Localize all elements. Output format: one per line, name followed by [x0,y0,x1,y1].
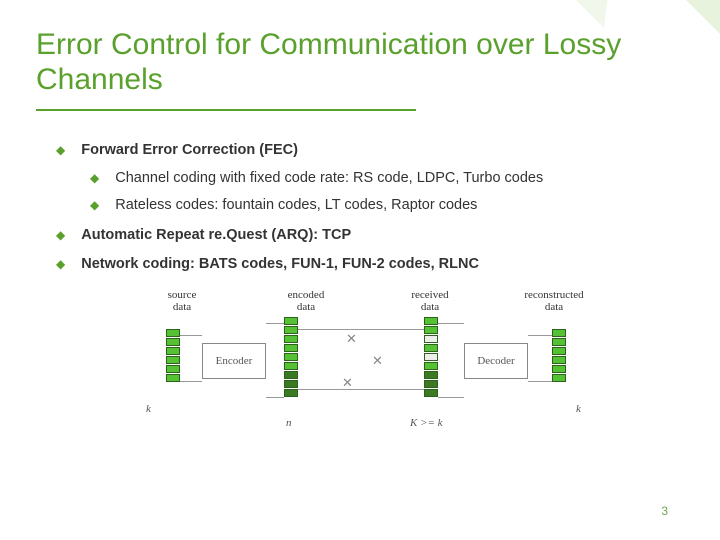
bullet-text: Forward Error Correction (FEC) [81,141,298,161]
fig-label-encoded: encoded data [244,289,368,313]
page-number: 3 [661,504,668,518]
loss-icon: ✕ [372,353,383,369]
bullet-text: Rateless codes: fountain codes, LT codes… [115,196,477,216]
bullet-level1: ◆ Network coding: BATS codes, FUN-1, FUN… [56,255,680,275]
bullet-level1: ◆ Forward Error Correction (FEC) [56,141,680,161]
bullet-text: Channel coding with fixed code rate: RS … [115,169,543,189]
bullet-icon: ◆ [90,169,99,188]
fig-label-reconstructed: reconstructed data [492,289,616,313]
brace-k2: k [576,403,581,415]
loss-icon: ✕ [346,331,357,347]
bullet-icon: ◆ [56,255,65,274]
bullet-icon: ◆ [56,141,65,160]
source-stack [166,329,180,383]
body-content: ◆ Forward Error Correction (FEC) ◆ Chann… [0,111,720,407]
brace-n: n [286,417,292,429]
bullet-level1: ◆ Automatic Repeat re.Quest (ARQ): TCP [56,226,680,246]
reconstructed-stack [552,329,566,383]
encoder-box: Encoder [202,343,266,379]
loss-icon: ✕ [342,375,353,391]
decoder-box: Decoder [464,343,528,379]
encoded-stack [284,317,298,398]
brace-kge: K >= k [410,417,443,429]
bullet-level2: ◆ Channel coding with fixed code rate: R… [90,169,680,189]
brace-k: k [146,403,151,415]
fig-label-source: source data [120,289,244,313]
bullet-text: Automatic Repeat re.Quest (ARQ): TCP [81,226,351,246]
bullet-icon: ◆ [56,226,65,245]
fig-label-received: received data [368,289,492,313]
bullet-level2: ◆ Rateless codes: fountain codes, LT cod… [90,196,680,216]
bullet-icon: ◆ [90,196,99,215]
slide-title: Error Control for Communication over Los… [0,0,720,103]
bullet-text: Network coding: BATS codes, FUN-1, FUN-2… [81,255,479,275]
coding-diagram: source data encoded data received data r… [114,289,622,407]
received-stack [424,317,438,398]
